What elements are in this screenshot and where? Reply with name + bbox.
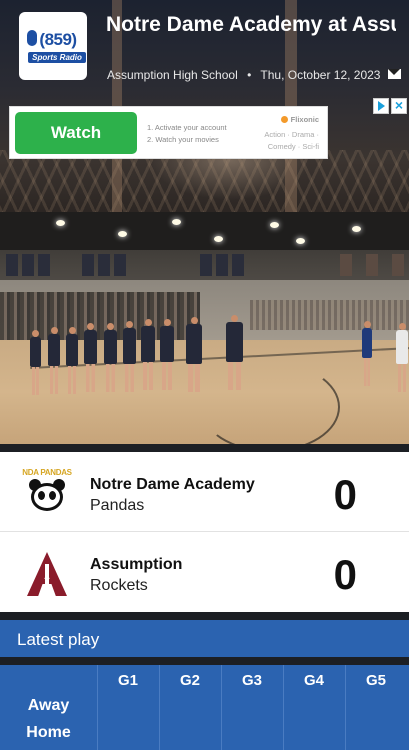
- logo-number: (859): [39, 29, 77, 49]
- team-name: Assumption: [90, 556, 183, 573]
- microphone-icon: [27, 30, 37, 46]
- ad-choices-icon[interactable]: [373, 98, 389, 114]
- station-logo[interactable]: (859) Sports Radio: [19, 12, 87, 80]
- ad-watch-button[interactable]: Watch: [15, 112, 137, 154]
- team-score: 0: [333, 471, 357, 518]
- ad-steps: 1. Activate your account 2. Watch your m…: [147, 123, 227, 144]
- page-title: Notre Dame Academy at Assumption Volleyb…: [106, 13, 396, 36]
- latest-play-header: Latest play: [0, 620, 409, 657]
- game-header: G1: [117, 672, 138, 689]
- game-header: G2: [179, 672, 200, 689]
- team-row-home[interactable]: Assumption Rockets 0: [0, 532, 409, 612]
- linescore-table: G1 G2 G3 G4 G5 Away Home: [0, 665, 409, 750]
- advertisement-banner[interactable]: Watch 1. Activate your account 2. Watch …: [9, 106, 328, 159]
- scoreboard: NDA PANDAS Notre Dame Academy Pandas 0 A…: [0, 452, 409, 612]
- ad-brand: Flixonic: [280, 115, 319, 124]
- team-mascot: Rockets: [90, 577, 148, 594]
- mail-icon[interactable]: [388, 69, 401, 79]
- event-date: Thu, October 12, 2023: [260, 68, 381, 82]
- team-score: 0: [333, 551, 357, 598]
- assumption-logo-icon: [21, 548, 73, 600]
- panda-logo-text: NDA PANDAS: [22, 468, 72, 477]
- game-header: G5: [365, 672, 386, 689]
- meta-separator: •: [247, 68, 252, 82]
- ad-close-icon[interactable]: ×: [391, 98, 407, 114]
- brand-icon: [280, 116, 288, 123]
- game-header: G3: [241, 672, 262, 689]
- event-meta: Assumption High School • Thu, October 12…: [107, 68, 380, 82]
- team-row-away[interactable]: NDA PANDAS Notre Dame Academy Pandas 0: [0, 452, 409, 532]
- row-label-home: Home: [26, 724, 71, 741]
- game-header: G4: [303, 672, 324, 689]
- ad-genres: Action · Drama · Comedy · Sci-fi: [264, 130, 319, 151]
- event-photo: [0, 212, 409, 444]
- panda-logo-icon: NDA PANDAS: [21, 468, 73, 520]
- team-mascot: Pandas: [90, 497, 145, 514]
- row-label-away: Away: [27, 697, 70, 714]
- venue: Assumption High School: [107, 68, 238, 82]
- logo-subtitle: Sports Radio: [28, 51, 86, 63]
- team-name: Notre Dame Academy: [90, 476, 255, 493]
